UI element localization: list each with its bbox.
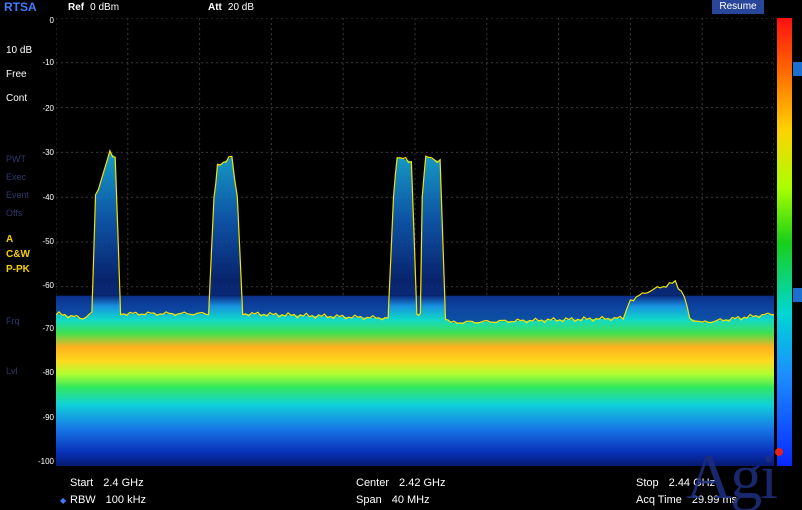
acq-label: Acq Time xyxy=(636,494,682,506)
y-tick-label: 0 xyxy=(49,16,54,25)
noise-floor-band xyxy=(56,295,774,466)
y-tick-label: -50 xyxy=(42,237,54,246)
y-tick-label: -40 xyxy=(42,193,54,202)
density-colorbar xyxy=(777,18,792,466)
stop-label: Stop xyxy=(636,477,659,489)
reference-level[interactable]: Ref 0 dBm xyxy=(68,2,119,13)
center-label: Center xyxy=(356,477,390,489)
span[interactable]: Span 40 MHz xyxy=(356,494,430,506)
rbw-value: 100 kHz xyxy=(105,494,147,506)
sweep-mode: Cont xyxy=(6,93,28,104)
trace-mode: A xyxy=(6,234,14,245)
dim-item: PWT xyxy=(6,154,26,164)
center-value: 2.42 GHz xyxy=(399,477,446,489)
span-label: Span xyxy=(356,494,382,506)
ref-label: Ref xyxy=(68,2,85,13)
trace-type: C&W xyxy=(6,249,30,260)
dim-item: Event xyxy=(6,190,30,200)
start-frequency[interactable]: Start 2.4 GHz xyxy=(70,477,144,489)
y-tick-label: -100 xyxy=(37,457,54,466)
trigger-mode: Free xyxy=(6,69,27,80)
ref-value: 0 dBm xyxy=(90,2,120,13)
rbw-label: RBW xyxy=(70,494,96,506)
dim-item: Frq xyxy=(6,316,20,326)
spectrum-plot[interactable] xyxy=(56,18,774,466)
y-tick-label: -10 xyxy=(42,58,54,67)
y-tick-label: -30 xyxy=(42,148,54,157)
top-status-bar: RTSA Ref 0 dBm Att 20 dB Resume xyxy=(0,0,802,16)
rbw-indicator-icon: ◆ xyxy=(60,496,67,505)
start-label: Start xyxy=(70,477,94,489)
span-value: 40 MHz xyxy=(391,494,430,506)
dim-item: Offs xyxy=(6,208,23,218)
y-tick-label: -70 xyxy=(42,324,54,333)
mode-label: RTSA xyxy=(4,0,37,14)
start-value: 2.4 GHz xyxy=(103,477,144,489)
center-frequency[interactable]: Center 2.42 GHz xyxy=(356,477,446,489)
y-tick-label: -60 xyxy=(42,281,54,290)
colorbar-marker-dot[interactable] xyxy=(775,448,783,456)
y-tick-label: -80 xyxy=(42,368,54,377)
resolution-bandwidth[interactable]: RBW 100 kHz xyxy=(70,494,146,506)
dim-item: Exec xyxy=(6,172,27,182)
colorbar-upper-handle[interactable] xyxy=(793,62,802,76)
colorbar-lower-handle[interactable] xyxy=(793,288,802,302)
attenuation[interactable]: Att 20 dB xyxy=(208,2,254,13)
detector-type: P-PK xyxy=(6,264,30,275)
brand-watermark: Agi xyxy=(686,441,778,510)
scale-per-div: 10 dB xyxy=(6,45,33,56)
y-tick-label: -90 xyxy=(42,413,54,422)
att-value: 20 dB xyxy=(227,2,255,13)
att-label: Att xyxy=(208,2,222,13)
spectrum-svg xyxy=(56,18,774,466)
dim-item: Lvl xyxy=(6,366,18,376)
resume-button[interactable]: Resume xyxy=(712,0,764,14)
y-tick-label: -20 xyxy=(42,104,54,113)
